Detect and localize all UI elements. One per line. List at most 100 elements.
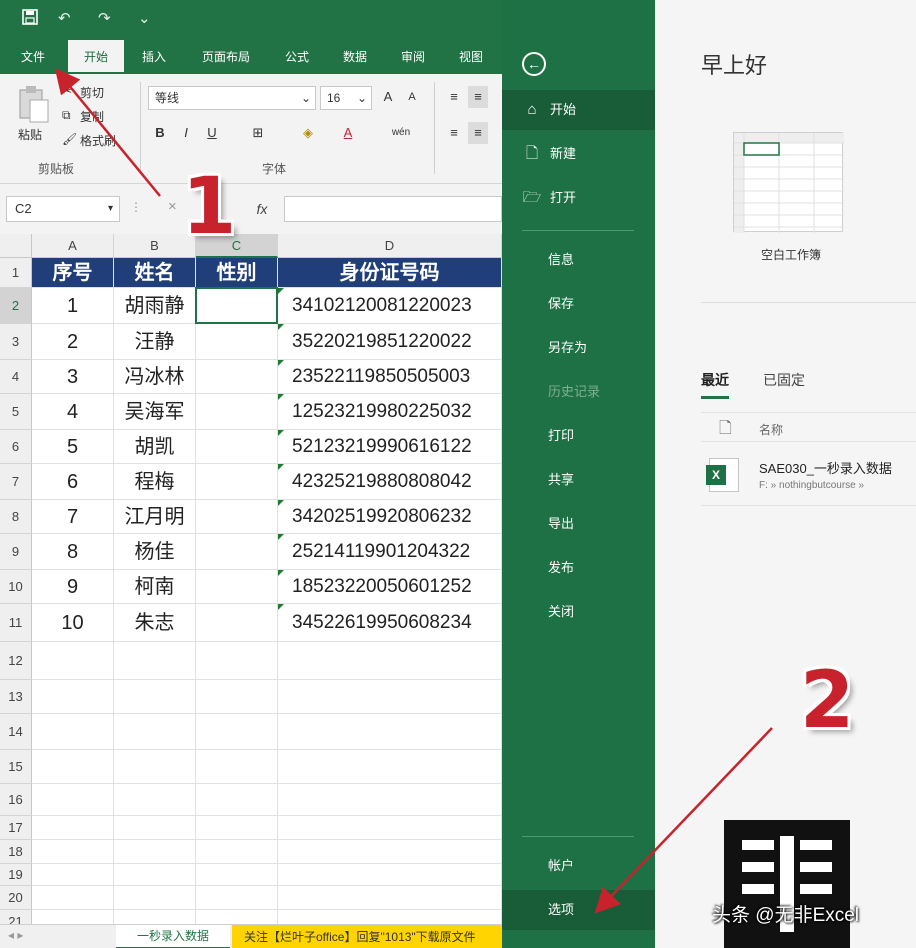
undo-icon[interactable]: ↶	[58, 9, 71, 27]
cancel-entry-icon[interactable]: ×	[168, 198, 177, 215]
tab-formulas[interactable]: 公式	[274, 40, 320, 74]
empty-cell[interactable]	[196, 784, 278, 816]
empty-cell[interactable]	[278, 714, 502, 750]
empty-cell[interactable]	[196, 680, 278, 714]
nav-item-options[interactable]: 选项	[502, 890, 655, 930]
row-header[interactable]: 8	[0, 500, 32, 534]
table-cell-b[interactable]: 胡雨静	[114, 288, 196, 324]
copy-icon[interactable]: ⧉	[62, 108, 71, 123]
empty-cell[interactable]	[32, 840, 114, 864]
empty-cell[interactable]	[278, 680, 502, 714]
table-cell-a[interactable]: 3	[32, 360, 114, 394]
underline-button[interactable]: U	[202, 122, 222, 144]
table-cell-d[interactable]: 12523219980225032	[278, 394, 502, 430]
bold-button[interactable]: B	[150, 122, 170, 144]
table-header-cell-d[interactable]: 身份证号码	[278, 258, 502, 288]
column-header-d[interactable]: D	[278, 234, 502, 258]
table-cell-d[interactable]: 23522119850505003	[278, 360, 502, 394]
align-left-icon[interactable]: ≡	[444, 122, 464, 144]
nav-item-new[interactable]: 🗋 新建	[502, 134, 655, 174]
table-cell-a[interactable]: 9	[32, 570, 114, 604]
empty-cell[interactable]	[278, 840, 502, 864]
table-cell-c[interactable]	[196, 360, 278, 394]
empty-cell[interactable]	[114, 680, 196, 714]
empty-cell[interactable]	[32, 864, 114, 886]
table-cell-a[interactable]: 10	[32, 604, 114, 642]
table-cell-d[interactable]: 35220219851220022	[278, 324, 502, 360]
table-cell-a[interactable]: 7	[32, 500, 114, 534]
cut-icon[interactable]: ✂	[62, 84, 72, 98]
empty-cell[interactable]	[32, 642, 114, 680]
empty-cell[interactable]	[196, 750, 278, 784]
row-header[interactable]: 12	[0, 642, 32, 680]
name-box[interactable]: C2 ▾	[6, 196, 120, 222]
row-header[interactable]: 5	[0, 394, 32, 430]
table-cell-d[interactable]: 18523220050601252	[278, 570, 502, 604]
empty-cell[interactable]	[278, 886, 502, 910]
table-cell-c[interactable]	[196, 430, 278, 464]
nav-item-info[interactable]: 信息	[502, 240, 655, 280]
row-header[interactable]: 9	[0, 534, 32, 570]
recent-file-item[interactable]: X SAE030_一秒录入数据 F: » nothingbutcourse »	[701, 450, 916, 506]
empty-cell[interactable]	[114, 642, 196, 680]
empty-cell[interactable]	[196, 714, 278, 750]
sheet-nav-icon[interactable]: ◂ ▸	[8, 928, 23, 942]
font-name-select[interactable]: 等线 ⌄	[148, 86, 316, 110]
row-header[interactable]: 6	[0, 430, 32, 464]
italic-button[interactable]: I	[176, 122, 196, 144]
empty-cell[interactable]	[114, 784, 196, 816]
table-cell-c[interactable]	[196, 464, 278, 500]
row-header[interactable]: 11	[0, 604, 32, 642]
row-header[interactable]: 14	[0, 714, 32, 750]
empty-cell[interactable]	[278, 864, 502, 886]
empty-cell[interactable]	[114, 840, 196, 864]
row-header[interactable]: 1	[0, 258, 32, 288]
formula-input[interactable]	[284, 196, 502, 222]
sheet-tab-promo[interactable]: 关注【烂叶子office】回复"1013"下载原文件	[232, 925, 502, 948]
table-cell-b[interactable]: 朱志	[114, 604, 196, 642]
empty-cell[interactable]	[114, 864, 196, 886]
format-painter-icon[interactable]: 🖌	[62, 132, 77, 146]
empty-cell[interactable]	[196, 642, 278, 680]
empty-cell[interactable]	[32, 680, 114, 714]
empty-cell[interactable]	[32, 816, 114, 840]
font-size-select[interactable]: 16 ⌄	[320, 86, 372, 110]
table-header-cell-c[interactable]: 性别	[196, 258, 278, 288]
tab-pinned[interactable]: 已固定	[763, 370, 805, 390]
cut-button[interactable]: 剪切	[80, 84, 104, 101]
table-cell-a[interactable]: 5	[32, 430, 114, 464]
empty-cell[interactable]	[32, 886, 114, 910]
nav-item-open[interactable]: 🗁 打开	[502, 178, 655, 218]
tab-recent[interactable]: 最近	[701, 370, 729, 399]
nav-item-save[interactable]: 保存	[502, 284, 655, 324]
row-header[interactable]: 17	[0, 816, 32, 840]
font-color-button[interactable]: A	[338, 122, 358, 144]
row-header[interactable]: 20	[0, 886, 32, 910]
empty-cell[interactable]	[114, 714, 196, 750]
table-cell-b[interactable]: 杨佳	[114, 534, 196, 570]
empty-cell[interactable]	[196, 864, 278, 886]
sheet-tab-active[interactable]: 一秒录入数据	[116, 925, 230, 948]
nav-item-print[interactable]: 打印	[502, 416, 655, 456]
row-header[interactable]: 15	[0, 750, 32, 784]
table-cell-a[interactable]: 2	[32, 324, 114, 360]
row-header[interactable]: 4	[0, 360, 32, 394]
table-cell-b[interactable]: 柯南	[114, 570, 196, 604]
table-cell-d[interactable]: 42325219880808042	[278, 464, 502, 500]
table-cell-b[interactable]: 冯冰林	[114, 360, 196, 394]
table-cell-c[interactable]	[196, 570, 278, 604]
fill-color-icon[interactable]: ◈	[298, 122, 318, 144]
format-painter-button[interactable]: 格式刷	[80, 132, 116, 149]
table-cell-a[interactable]: 4	[32, 394, 114, 430]
empty-cell[interactable]	[114, 886, 196, 910]
row-header[interactable]: 10	[0, 570, 32, 604]
save-icon[interactable]	[22, 9, 38, 29]
table-cell-c[interactable]	[196, 324, 278, 360]
paste-icon[interactable]	[16, 84, 50, 124]
tab-review[interactable]: 审阅	[390, 40, 436, 74]
empty-cell[interactable]	[114, 750, 196, 784]
table-cell-c[interactable]	[196, 500, 278, 534]
nav-item-export[interactable]: 导出	[502, 504, 655, 544]
phonetic-button[interactable]: wén	[386, 122, 416, 144]
nav-item-save-as[interactable]: 另存为	[502, 328, 655, 368]
